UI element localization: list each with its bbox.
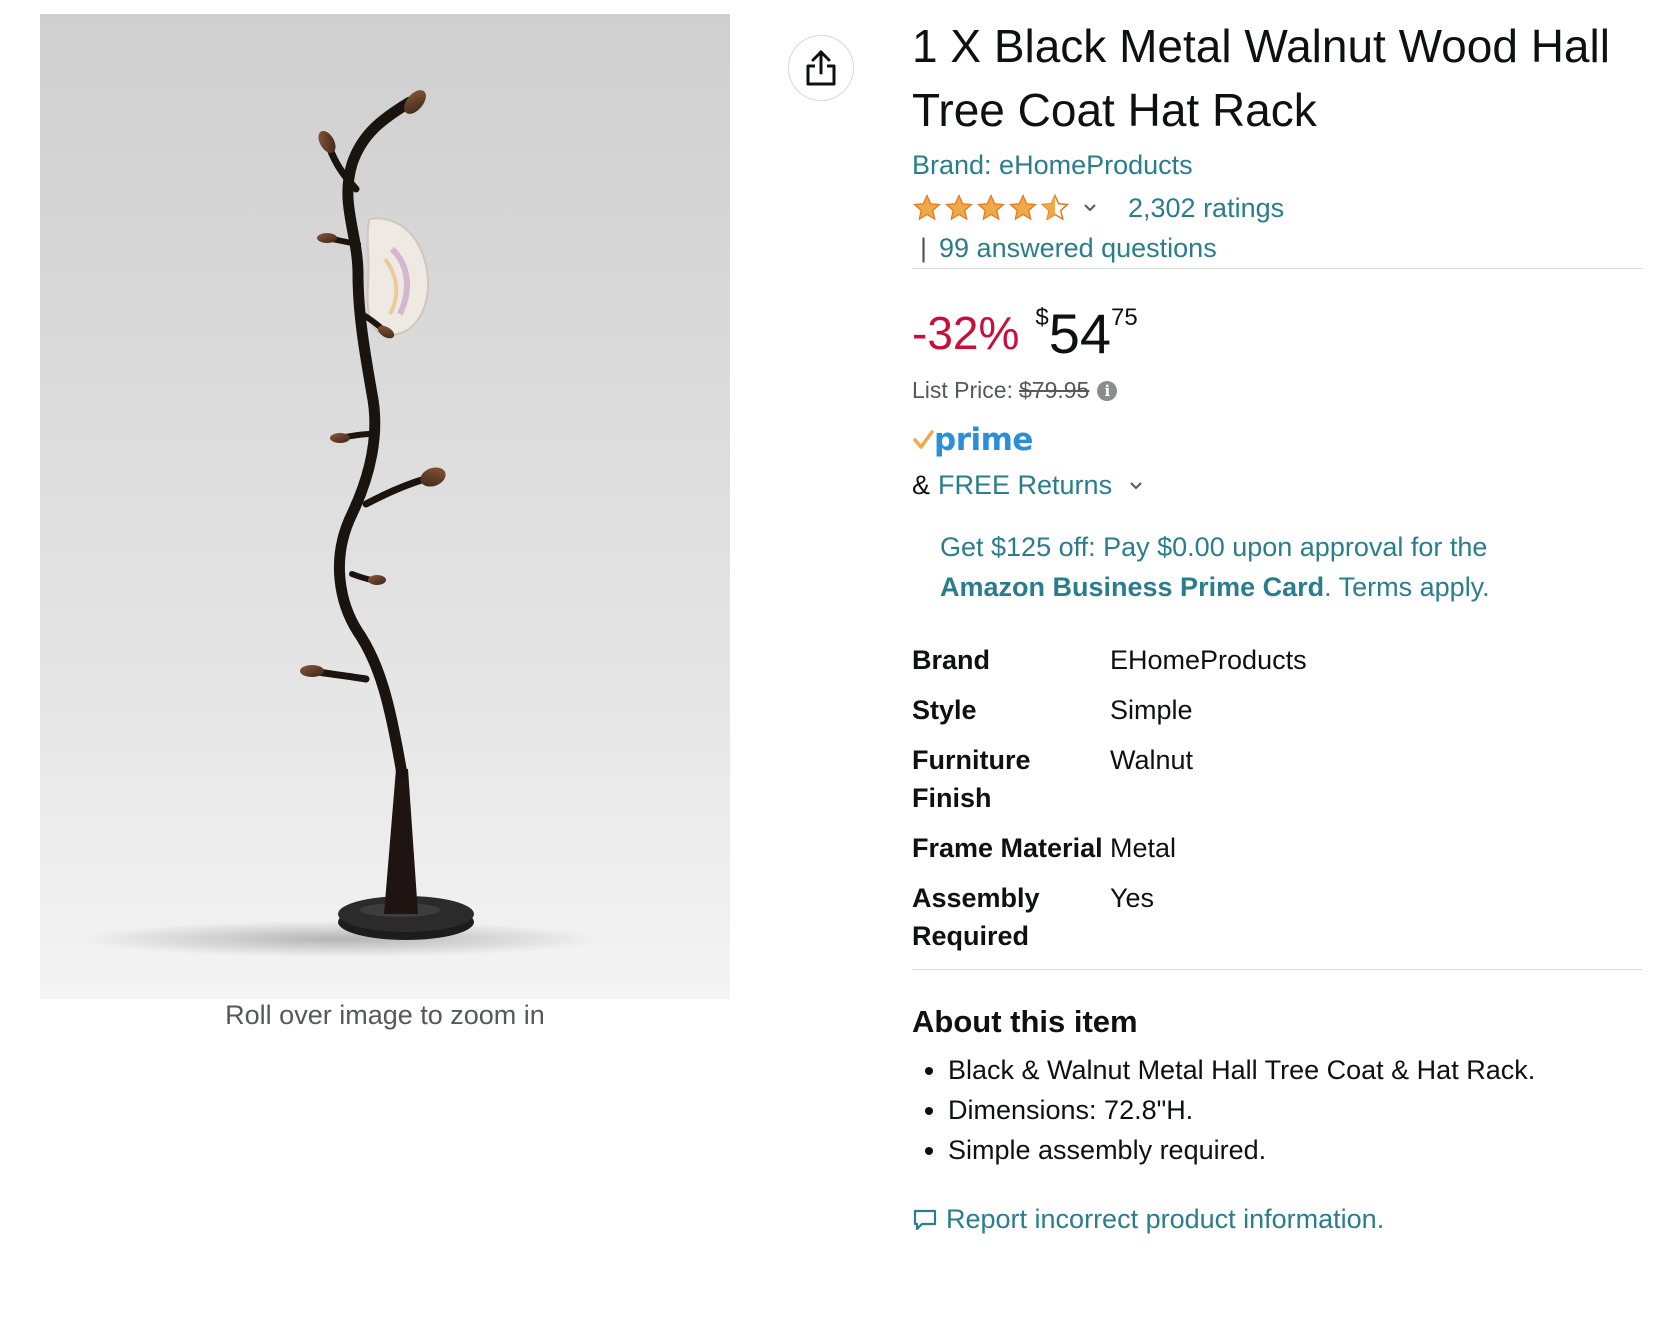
spec-row: Furniture Finish Walnut <box>912 741 1307 829</box>
returns-prefix: & <box>912 470 931 500</box>
spec-key: Furniture Finish <box>912 745 1031 813</box>
spec-value: Simple <box>1110 695 1193 725</box>
list-item: Black & Walnut Metal Hall Tree Coat & Ha… <box>948 1050 1642 1090</box>
ratings-count-link[interactable]: 2,302 ratings <box>1128 193 1284 224</box>
spec-key: Frame Material <box>912 833 1103 863</box>
discount-percent: -32% <box>912 307 1020 359</box>
about-bullets: Black & Walnut Metal Hall Tree Coat & Ha… <box>912 1050 1642 1170</box>
promo-card-name: Amazon Business Prime Card <box>940 572 1325 602</box>
info-icon[interactable]: i <box>1097 380 1118 401</box>
price-whole: 54 <box>1048 302 1112 365</box>
current-price: $ 54 75 <box>1035 303 1137 365</box>
qa-separator: | <box>920 233 928 263</box>
list-price: List Price: $79.95 i <box>912 377 1642 404</box>
price-symbol: $ <box>1035 304 1049 331</box>
zoom-hint: Roll over image to zoom in <box>225 1000 545 1030</box>
report-link[interactable]: Report incorrect product information. <box>912 1204 1642 1235</box>
rating-row: 2,302 ratings <box>912 188 1642 228</box>
report-link-text: Report incorrect product information. <box>946 1204 1385 1234</box>
spec-row: Brand EHomeProducts <box>912 641 1307 691</box>
star-rating[interactable] <box>912 193 1070 223</box>
spec-key: Style <box>912 695 977 725</box>
share-icon <box>806 50 836 86</box>
share-button[interactable] <box>788 35 854 101</box>
price-fraction: 75 <box>1111 304 1138 331</box>
chevron-down-icon[interactable] <box>1082 202 1098 214</box>
list-price-value: $79.95 <box>1018 377 1090 403</box>
returns-row: & FREE Returns <box>912 470 1642 501</box>
about-title: About this item <box>912 1004 1138 1039</box>
divider <box>912 969 1642 970</box>
brand-link[interactable]: Brand: eHomeProducts <box>912 148 1642 182</box>
list-item: Dimensions: 72.8"H. <box>948 1090 1642 1130</box>
price-row: -32% $ 54 75 <box>912 303 1642 365</box>
spec-value: Metal <box>1110 833 1177 863</box>
prime-label: prime <box>934 422 1033 458</box>
product-image[interactable] <box>40 14 730 999</box>
spec-value: Walnut <box>1110 745 1194 775</box>
spec-row: Style Simple <box>912 691 1307 741</box>
star-half-icon <box>1040 193 1070 221</box>
coat-rack-illustration <box>80 90 600 957</box>
star-full-icon <box>944 193 974 221</box>
card-promo[interactable]: Get $125 off: Pay $0.00 upon approval fo… <box>912 527 1580 607</box>
free-returns-link[interactable]: FREE Returns <box>938 470 1112 501</box>
list-item: Simple assembly required. <box>948 1130 1642 1170</box>
qa-row: | 99 answered questions <box>912 230 1642 266</box>
star-full-icon <box>976 193 1006 221</box>
prime-check-icon <box>913 430 934 449</box>
spec-row: Frame Material Metal <box>912 829 1307 879</box>
spec-row: Assembly Required Yes <box>912 879 1307 967</box>
comment-icon <box>913 1209 937 1230</box>
spec-key: Assembly Required <box>912 883 1040 951</box>
product-title: 1 X Black Metal Walnut Wood Hall Tree Co… <box>912 20 1610 136</box>
star-full-icon <box>912 193 942 221</box>
list-price-label: List Price: <box>912 377 1013 403</box>
spec-key: Brand <box>912 645 991 675</box>
star-full-icon <box>1008 193 1038 221</box>
chevron-down-icon[interactable] <box>1128 480 1144 492</box>
answered-questions-link[interactable]: 99 answered questions <box>939 233 1217 263</box>
promo-text-before: Get $125 off: Pay $0.00 upon approval fo… <box>940 532 1488 562</box>
promo-text-after: . Terms apply. <box>1324 572 1490 602</box>
spec-value: Yes <box>1110 883 1155 913</box>
divider <box>912 268 1642 269</box>
spec-value: EHomeProducts <box>1110 645 1307 675</box>
product-details: 1 X Black Metal Walnut Wood Hall Tree Co… <box>912 14 1642 1235</box>
prime-badge: prime <box>912 422 1642 458</box>
specs-table: Brand EHomeProducts Style Simple Furnitu… <box>912 641 1307 967</box>
